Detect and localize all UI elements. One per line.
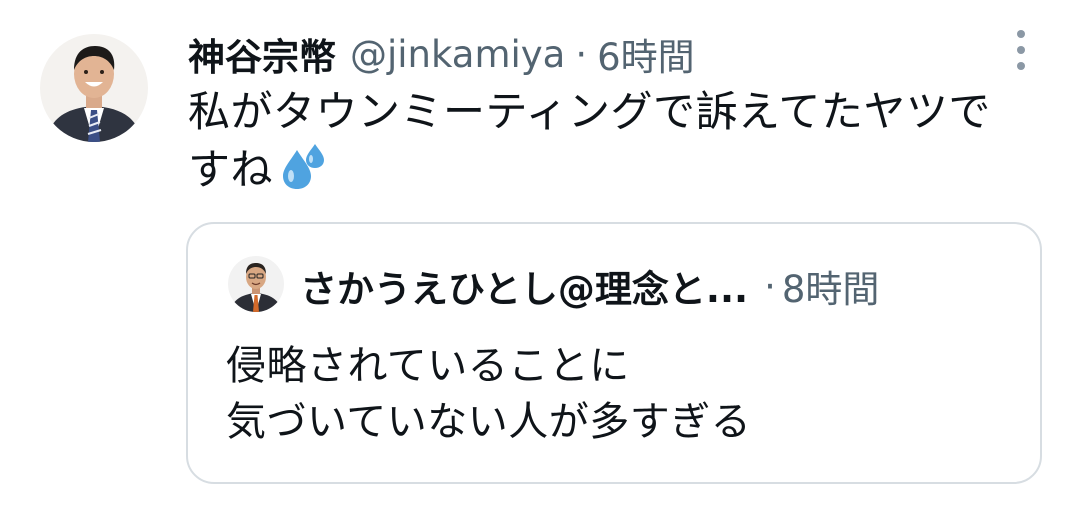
tweet-text-line: 私がタウンミーティングで訴えてたヤツで bbox=[188, 87, 991, 136]
quoted-tweet-header: さかうえひとし@理念と... · 8時間 bbox=[300, 258, 879, 314]
author-display-name[interactable]: 神谷宗幣 bbox=[188, 27, 336, 81]
separator-dot: · bbox=[764, 264, 776, 308]
quoted-tweet-text-line: 気づいていない人が多すぎる bbox=[226, 399, 752, 445]
quoted-tweet-text: 侵略されていることに 気づいていない人が多すぎる bbox=[226, 338, 751, 450]
avatar-photo-icon bbox=[40, 34, 148, 142]
quoted-author-display-name[interactable]: さかうえひとし@理念と... bbox=[300, 259, 748, 313]
separator-dot: · bbox=[575, 32, 588, 76]
tweet-header: 神谷宗幣 @jinkamiya · 6時間 bbox=[188, 26, 695, 82]
tweet-text-line-with-emoji: すね bbox=[188, 140, 1048, 198]
quoted-author-avatar[interactable] bbox=[228, 256, 284, 312]
author-avatar[interactable] bbox=[40, 34, 148, 142]
tweet-text: 私がタウンミーティングで訴えてたヤツで すね bbox=[188, 84, 1048, 198]
sweat-droplets-emoji-icon bbox=[277, 140, 329, 192]
quoted-tweet-timestamp[interactable]: 8時間 bbox=[782, 259, 880, 313]
avatar-photo-icon bbox=[228, 256, 284, 312]
tweet-text-line: すね bbox=[188, 145, 274, 194]
author-handle[interactable]: @jinkamiya bbox=[350, 33, 565, 76]
quoted-tweet-card[interactable]: さかうえひとし@理念と... · 8時間 侵略されていることに 気づいていない人… bbox=[186, 222, 1042, 484]
more-vertical-icon[interactable] bbox=[1006, 30, 1036, 70]
quoted-tweet-text-line: 侵略されていることに bbox=[226, 343, 630, 389]
tweet-timestamp[interactable]: 6時間 bbox=[597, 27, 695, 81]
